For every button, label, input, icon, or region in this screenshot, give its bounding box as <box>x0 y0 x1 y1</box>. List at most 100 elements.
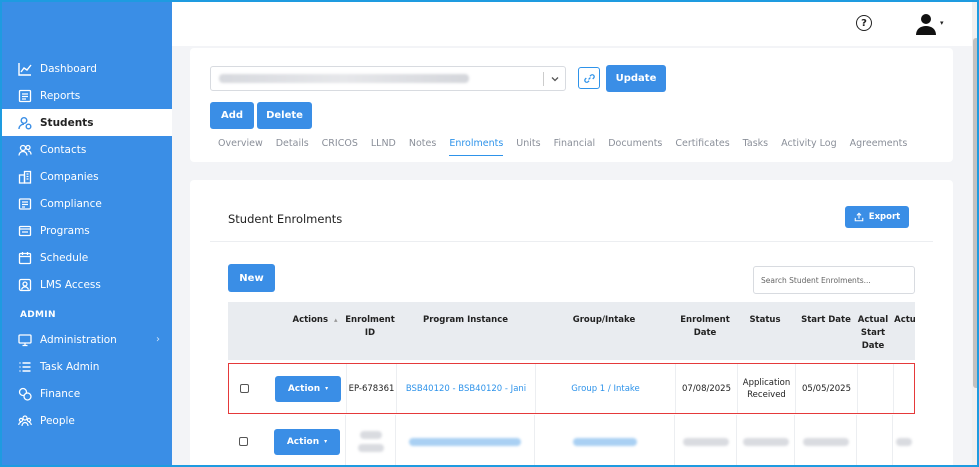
report-icon <box>18 89 32 103</box>
student-select[interactable] <box>210 66 566 91</box>
sidebar-item-label: LMS Access <box>40 278 101 291</box>
export-icon <box>854 212 864 222</box>
sidebar-item-label: Compliance <box>40 197 102 210</box>
enrolment-id-cell: EP-678361 <box>346 364 396 413</box>
tab-financial[interactable]: Financial <box>554 138 596 156</box>
new-enrolment-button[interactable]: New <box>228 264 275 292</box>
student-select-value-redacted <box>219 74 469 83</box>
sidebar-item-label: Task Admin <box>40 360 100 373</box>
row-checkbox[interactable] <box>239 384 249 393</box>
app-window: Dashboard Reports Students Contacts Comp… <box>0 0 979 467</box>
sidebar-item-administration[interactable]: Administration › <box>2 326 172 353</box>
group-intake-cell: Group 1 / Intake <box>535 364 675 413</box>
action-dropdown-button[interactable]: Action ▾ <box>274 428 340 455</box>
delete-button[interactable]: Delete <box>257 102 312 129</box>
row-checkbox[interactable] <box>238 437 248 446</box>
action-dropdown-button[interactable]: Action ▾ <box>275 375 341 402</box>
tab-activity-log[interactable]: Activity Log <box>781 138 837 156</box>
column-header-start-date[interactable]: Start Date <box>796 314 856 327</box>
tab-documents[interactable]: Documents <box>608 138 662 156</box>
column-header-enrolment-date[interactable]: Enrolment Date <box>676 314 734 340</box>
column-header-label: Actions <box>292 315 329 325</box>
tab-certificates[interactable]: Certificates <box>675 138 729 156</box>
actual-start-date-cell <box>857 364 893 413</box>
sidebar-item-people[interactable]: People <box>2 407 172 434</box>
program-instance-link[interactable]: BSB40120 - BSB40120 - Jani <box>406 383 526 395</box>
sidebar-item-finance[interactable]: Finance <box>2 380 172 407</box>
row-select-cell <box>228 415 258 465</box>
vertical-scrollbar[interactable] <box>972 2 977 465</box>
actual-end-date-cell <box>893 364 915 413</box>
row-select-cell <box>229 364 259 413</box>
user-icon[interactable] <box>914 12 938 36</box>
action-label: Action <box>287 383 321 394</box>
tab-enrolments[interactable]: Enrolments <box>449 138 504 156</box>
chart-line-icon <box>18 62 32 76</box>
tab-agreements[interactable]: Agreements <box>850 138 908 156</box>
user-menu-caret-icon[interactable]: ▾ <box>940 19 944 27</box>
sidebar-item-label: Administration <box>40 333 117 346</box>
action-cell: Action ▾ <box>275 364 341 413</box>
tab-llnd[interactable]: LLND <box>371 138 396 156</box>
tab-tasks[interactable]: Tasks <box>743 138 768 156</box>
sidebar-item-task-admin[interactable]: Task Admin <box>2 353 172 380</box>
column-header-enrolment-id[interactable]: Enrolment ID <box>345 314 395 340</box>
help-icon[interactable]: ? <box>856 15 872 31</box>
group-intake-link[interactable]: Group 1 / Intake <box>571 383 640 395</box>
action-cell: Action ▾ <box>274 415 340 465</box>
sidebar-item-compliance[interactable]: Compliance <box>2 190 172 217</box>
group-intake-cell-redacted <box>534 415 674 465</box>
sidebar-section-admin: ADMIN <box>20 310 56 320</box>
column-header-status[interactable]: Status <box>736 314 794 327</box>
sidebar-item-programs[interactable]: Programs <box>2 217 172 244</box>
enrolment-date-cell: 07/08/2025 <box>675 364 737 413</box>
search-enrolments-input[interactable] <box>753 266 915 294</box>
building-icon <box>18 170 32 184</box>
sidebar-item-reports[interactable]: Reports <box>2 82 172 109</box>
column-header-actions[interactable]: Actions ▴ <box>280 314 350 327</box>
action-label: Action <box>286 436 320 447</box>
column-header-actual-end-date[interactable]: Actu D <box>892 314 915 327</box>
sidebar-nav: Dashboard Reports Students Contacts Comp… <box>2 55 172 434</box>
select-divider <box>543 72 544 86</box>
sidebar-item-label: Students <box>40 116 94 129</box>
tab-overview[interactable]: Overview <box>218 138 263 156</box>
update-button[interactable]: Update <box>606 65 666 92</box>
tab-details[interactable]: Details <box>276 138 309 156</box>
lms-icon <box>18 278 32 292</box>
top-header: ? ▾ <box>172 2 972 46</box>
tab-cricos[interactable]: CRICOS <box>322 138 358 156</box>
chevron-down-icon[interactable] <box>547 71 563 87</box>
tab-units[interactable]: Units <box>516 138 540 156</box>
column-header-actual-start-date[interactable]: Actual Start Date <box>854 314 892 353</box>
scrollbar-thumb[interactable] <box>973 38 977 388</box>
program-instance-cell: BSB40120 - BSB40120 - Jani <box>396 364 535 413</box>
chevron-right-icon: › <box>156 334 160 345</box>
table-row: Action ▾ <box>228 415 915 465</box>
start-date-cell: 05/05/2025 <box>795 364 857 413</box>
sidebar-item-lms-access[interactable]: LMS Access <box>2 271 172 298</box>
compliance-icon <box>18 197 32 211</box>
sidebar-item-dashboard[interactable]: Dashboard <box>2 55 172 82</box>
sidebar-item-label: Reports <box>40 89 81 102</box>
program-instance-cell-redacted <box>395 415 534 465</box>
column-header-group-intake[interactable]: Group/Intake <box>536 314 672 327</box>
tab-notes[interactable]: Notes <box>409 138 436 156</box>
sort-icon: ▴ <box>334 316 338 324</box>
student-icon <box>18 116 32 130</box>
sidebar-item-companies[interactable]: Companies <box>2 163 172 190</box>
divider <box>210 241 933 242</box>
sidebar-item-label: Dashboard <box>40 62 97 75</box>
sidebar-item-students[interactable]: Students <box>2 109 172 136</box>
people-icon <box>18 414 32 428</box>
enrolments-table: Actions ▴ Enrolment ID Program Instance … <box>228 302 915 465</box>
export-label: Export <box>868 212 901 222</box>
export-button[interactable]: Export <box>845 206 909 228</box>
sidebar-item-contacts[interactable]: Contacts <box>2 136 172 163</box>
link-button[interactable] <box>578 67 600 89</box>
add-button[interactable]: Add <box>210 102 254 129</box>
link-icon <box>583 73 595 83</box>
column-header-program-instance[interactable]: Program Instance <box>398 314 533 327</box>
calendar-icon <box>18 251 32 265</box>
sidebar-item-schedule[interactable]: Schedule <box>2 244 172 271</box>
